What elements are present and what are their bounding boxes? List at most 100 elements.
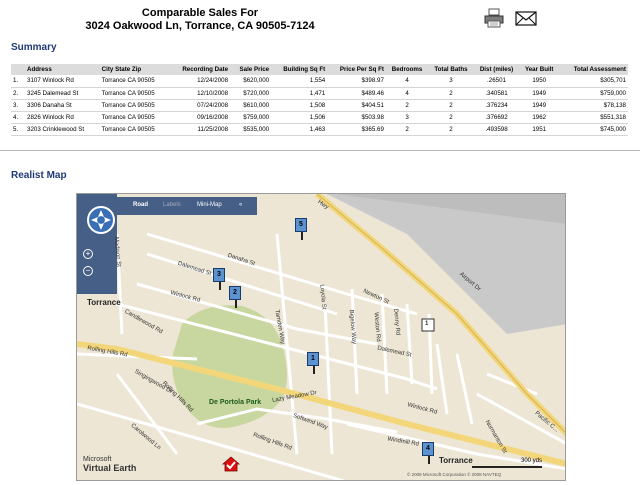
- comp-marker[interactable]: 5: [295, 218, 307, 240]
- map-navigation-control: + −: [77, 194, 117, 294]
- map-label-torrance: Torrance: [439, 456, 473, 465]
- price-sqft-cell: $398.97: [327, 75, 386, 88]
- column-header: Recording Date: [169, 64, 231, 75]
- virtual-earth-logo: Microsoft Virtual Earth: [83, 456, 137, 473]
- realist-map-heading: Realist Map: [11, 170, 67, 181]
- column-header: Total Assessment: [559, 64, 628, 75]
- index-header: [11, 64, 25, 75]
- price-sqft-cell: $503.98: [327, 111, 386, 124]
- printer-icon[interactable]: [483, 8, 505, 28]
- column-header: Price Per Sq Ft: [327, 64, 386, 75]
- column-header: Sale Price: [230, 64, 272, 75]
- baths-cell: 2: [428, 87, 474, 100]
- dist-cell: .376692: [473, 111, 520, 124]
- price-cell: $759,000: [230, 111, 272, 124]
- price-sqft-cell: $365.69: [327, 123, 386, 136]
- zoom-in-button[interactable]: +: [83, 249, 93, 259]
- date-cell: 11/25/2008: [169, 123, 231, 136]
- price-sqft-cell: $404.51: [327, 99, 386, 112]
- column-header: Address: [25, 64, 100, 75]
- dist-cell: .493598: [473, 123, 520, 136]
- address-cell: 3245 Dalemead St: [25, 87, 100, 100]
- map-label-torrance: Torrance: [87, 298, 121, 307]
- address-cell: 3107 Winlock Rd: [25, 75, 100, 88]
- bedrooms-cell: 4: [385, 75, 429, 88]
- sqft-cell: 1,554: [271, 75, 328, 88]
- bedrooms-cell: 4: [385, 87, 429, 100]
- comp-marker[interactable]: 1: [307, 352, 319, 374]
- baths-cell: 2: [428, 123, 474, 136]
- sqft-cell: 1,508: [271, 99, 328, 112]
- assessment-cell: $305,701: [559, 75, 628, 88]
- baths-cell: 3: [428, 75, 474, 88]
- route-1-shield-label: 1: [425, 321, 429, 327]
- sqft-cell: 1,471: [271, 87, 328, 100]
- price-cell: $535,000: [230, 123, 272, 136]
- table-row: 3. 3306 Danaha St Torrance CA 90505 07/2…: [11, 99, 628, 112]
- bedrooms-cell: 3: [385, 111, 429, 124]
- sqft-cell: 1,506: [271, 111, 328, 124]
- zoom-out-button[interactable]: −: [83, 266, 93, 276]
- dist-cell: .26501: [473, 75, 520, 88]
- row-index: 3.: [11, 99, 25, 112]
- baths-cell: 2: [428, 111, 474, 124]
- collapse-toolbar-button[interactable]: «: [239, 202, 242, 208]
- assessment-cell: $759,000: [559, 87, 628, 100]
- dist-cell: .376234: [473, 99, 520, 112]
- column-header: Bedrooms: [385, 64, 429, 75]
- year-cell: 1949: [519, 87, 560, 100]
- row-index: 1.: [11, 75, 25, 88]
- map-scale-bar: 300 yds: [472, 458, 542, 468]
- compass-pan-control[interactable]: [87, 206, 115, 234]
- sqft-cell: 1,463: [271, 123, 328, 136]
- column-header: Building Sq Ft: [271, 64, 328, 75]
- city-cell: Torrance CA 90505: [99, 123, 170, 136]
- logo-line-2: Virtual Earth: [83, 463, 137, 473]
- address-cell: 2826 Winlock Rd: [25, 111, 100, 124]
- city-cell: Torrance CA 90505: [99, 111, 170, 124]
- date-cell: 09/16/2008: [169, 111, 231, 124]
- assessment-cell: $745,000: [559, 123, 628, 136]
- year-cell: 1949: [519, 99, 560, 112]
- comp-marker[interactable]: 4: [422, 442, 434, 464]
- date-cell: 12/24/2008: [169, 75, 231, 88]
- column-header: City State Zip: [99, 64, 170, 75]
- dist-cell: .340581: [473, 87, 520, 100]
- address-cell: 3306 Danaha St: [25, 99, 100, 112]
- price-sqft-cell: $489.46: [327, 87, 386, 100]
- column-header: Year Built: [519, 64, 560, 75]
- baths-cell: 2: [428, 99, 474, 112]
- column-header: Total Baths: [428, 64, 474, 75]
- comp-marker[interactable]: 2: [229, 286, 241, 308]
- comp-marker[interactable]: 3: [213, 268, 225, 290]
- map-copyright: © 2008 Microsoft Corporation © 2008 NAVT…: [407, 472, 502, 477]
- assessment-cell: $78,138: [559, 99, 628, 112]
- price-cell: $610,000: [230, 99, 272, 112]
- column-header: Dist (miles): [473, 64, 520, 75]
- envelope-icon[interactable]: [515, 8, 538, 28]
- year-cell: 1950: [519, 75, 560, 88]
- price-cell: $620,000: [230, 75, 272, 88]
- minimap-toggle[interactable]: Mini-Map: [197, 202, 222, 208]
- road-view-button[interactable]: Road: [133, 202, 148, 208]
- bedrooms-cell: 2: [385, 99, 429, 112]
- row-index: 5.: [11, 123, 25, 136]
- bedrooms-cell: 2: [385, 123, 429, 136]
- city-cell: Torrance CA 90505: [99, 87, 170, 100]
- summary-heading: Summary: [11, 42, 57, 53]
- map-label-park: De Portola Park: [209, 399, 262, 406]
- address-cell: 3203 Crinklewood St: [25, 123, 100, 136]
- subject-property-icon[interactable]: [221, 456, 241, 472]
- table-row: 2. 3245 Dalemead St Torrance CA 90505 12…: [11, 87, 628, 100]
- table-row: 5. 3203 Crinklewood St Torrance CA 90505…: [11, 123, 628, 136]
- title-line-1: Comparable Sales For: [141, 7, 259, 19]
- labels-toggle[interactable]: Labels: [163, 202, 181, 208]
- realist-map[interactable]: + − Road Labels Mini-Map « Torrance Torr…: [76, 193, 566, 481]
- city-cell: Torrance CA 90505: [99, 99, 170, 112]
- date-cell: 12/10/2008: [169, 87, 231, 100]
- action-icons: [483, 8, 543, 28]
- comparable-sales-table: Address City State Zip Recording Date Sa…: [11, 64, 628, 136]
- table-row: 1. 3107 Winlock Rd Torrance CA 90505 12/…: [11, 75, 628, 88]
- table-row: 4. 2826 Winlock Rd Torrance CA 90505 09/…: [11, 111, 628, 124]
- year-cell: 1951: [519, 123, 560, 136]
